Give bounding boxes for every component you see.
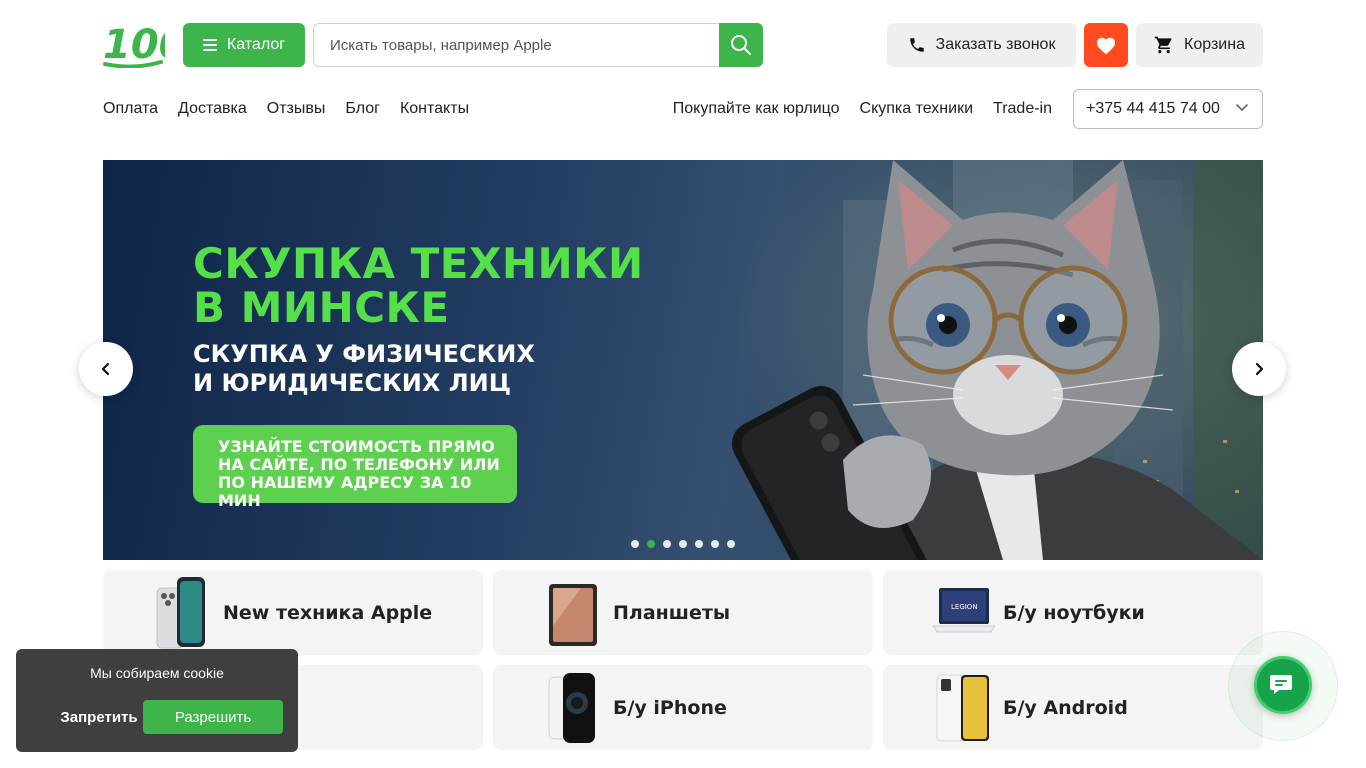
slider-dot[interactable]	[711, 540, 719, 548]
iphone-icon	[548, 673, 595, 743]
cart-icon	[1154, 36, 1172, 54]
main-nav: Оплата Доставка Отзывы Блог Контакты	[103, 98, 469, 120]
logo-text: 100	[103, 22, 165, 68]
favorites-button[interactable]	[1084, 23, 1128, 67]
cookie-allow-button[interactable]: Разрешить	[143, 700, 283, 734]
category-label: Б/у Android	[1003, 696, 1128, 719]
banner-subtitle: СКУПКА У ФИЗИЧЕСКИХ И ЮРИДИЧЕСКИХ ЛИЦ	[193, 340, 535, 397]
category-label: Б/у ноутбуки	[1003, 601, 1145, 624]
burger-icon	[202, 39, 217, 51]
phone-select[interactable]: +375 44 415 74 00	[1073, 89, 1263, 129]
banner-cta[interactable]: УЗНАЙТЕ СТОИМОСТЬ ПРЯМО НА САЙТЕ, ПО ТЕЛ…	[193, 425, 517, 510]
cart-button[interactable]: Корзина	[1136, 23, 1263, 67]
nav-link-buy-as-company[interactable]: Покупайте как юрлицо	[673, 98, 840, 120]
category-used-laptops[interactable]: LEGION Б/у ноутбуки	[883, 570, 1263, 655]
phone-number: +375 44 415 74 00	[1086, 100, 1220, 117]
category-new-apple[interactable]: New техника Apple	[103, 570, 483, 655]
secondary-nav: Покупайте как юрлицо Скупка техники Trad…	[673, 98, 1052, 120]
catalog-label: Каталог	[226, 36, 286, 53]
nav-link-buyback[interactable]: Скупка техники	[860, 98, 974, 120]
chevron-left-icon	[101, 362, 110, 376]
nav-link-payment[interactable]: Оплата	[103, 98, 158, 120]
nav-link-delivery[interactable]: Доставка	[178, 98, 247, 120]
logo[interactable]: 100	[103, 20, 187, 69]
slider-dot[interactable]	[663, 540, 671, 548]
laptop-icon: LEGION	[932, 588, 995, 633]
phone-icon	[909, 38, 924, 52]
category-label: Б/у iPhone	[613, 696, 727, 719]
iphone-pro-icon	[156, 577, 205, 649]
slider-dot[interactable]	[679, 540, 687, 548]
search-icon	[731, 35, 751, 55]
order-call-button[interactable]: Заказать звонок	[887, 23, 1076, 67]
banner-title: СКУПКА ТЕХНИКИ В МИНСКЕ	[193, 239, 644, 332]
chevron-right-icon	[1255, 362, 1264, 376]
svg-text:LEGION: LEGION	[951, 603, 978, 611]
cookie-deny-button[interactable]: Запретить	[38, 700, 160, 734]
cart-label: Корзина	[1184, 36, 1245, 53]
slider-dots	[631, 540, 735, 548]
android-phone-icon	[936, 674, 989, 742]
cookie-banner: Мы собираем cookie Запретить Разрешить	[16, 649, 298, 752]
nav-link-trade-in[interactable]: Trade-in	[993, 98, 1052, 120]
chat-bubble-icon	[1270, 675, 1292, 694]
nav-link-contacts[interactable]: Контакты	[400, 98, 469, 120]
catalog-button[interactable]: Каталог	[183, 23, 305, 67]
slider-dot[interactable]	[695, 540, 703, 548]
category-used-android[interactable]: Б/у Android	[883, 665, 1263, 750]
category-label: New техника Apple	[223, 601, 433, 624]
nav-link-reviews[interactable]: Отзывы	[267, 98, 326, 120]
slider-dot[interactable]	[631, 540, 639, 548]
category-tablets[interactable]: Планшеты	[493, 570, 873, 655]
hero-banner[interactable]: СКУПКА ТЕХНИКИ В МИНСКЕ СКУПКА У ФИЗИЧЕС…	[103, 160, 1263, 560]
search-input[interactable]	[313, 23, 763, 67]
cat-with-glasses-image	[731, 160, 1263, 560]
heart-icon	[1096, 37, 1116, 55]
chat-button[interactable]	[1254, 656, 1312, 714]
category-label: Планшеты	[613, 601, 731, 624]
chevron-down-icon	[1236, 104, 1248, 112]
slider-dot[interactable]	[727, 540, 735, 548]
category-used-iphone[interactable]: Б/у iPhone	[493, 665, 873, 750]
search-bar	[313, 23, 763, 67]
slider-dot-active[interactable]	[647, 540, 655, 548]
slider-next-button[interactable]	[1232, 342, 1286, 396]
tablet-icon	[549, 584, 597, 646]
slider-prev-button[interactable]	[79, 342, 133, 396]
nav-link-blog[interactable]: Блог	[345, 98, 380, 120]
order-call-label: Заказать звонок	[935, 36, 1056, 53]
cookie-message: Мы собираем cookie	[90, 665, 224, 681]
search-button[interactable]	[719, 23, 763, 67]
